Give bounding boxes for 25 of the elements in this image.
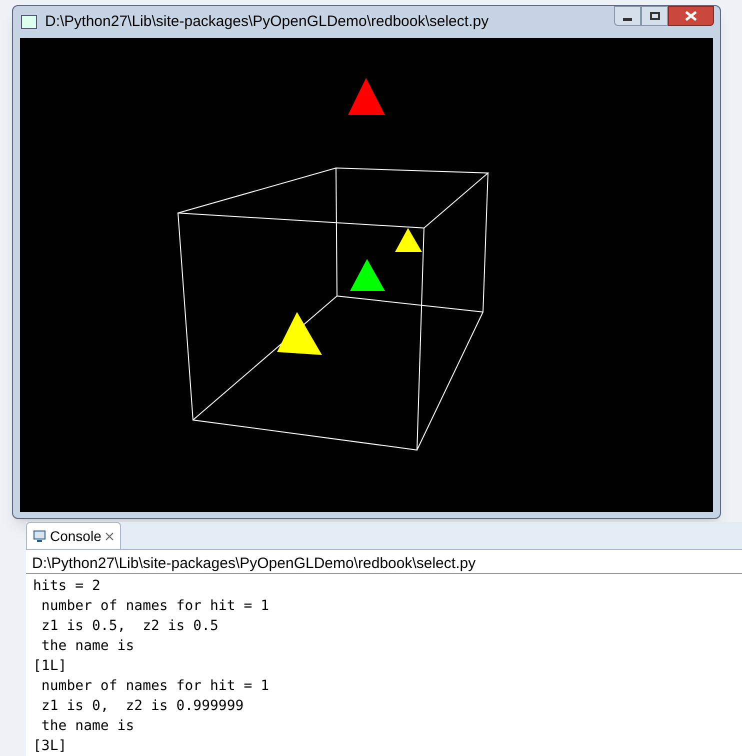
- console-tab[interactable]: Console: [26, 522, 122, 549]
- console-output-line: z1 is 0.5, z2 is 0.5: [40, 617, 220, 636]
- console-output-line: [1L]: [33, 657, 68, 676]
- triangle-icon: [395, 228, 422, 252]
- console-output-line: number of names for hit = 1: [40, 677, 270, 696]
- launch-path: D:\Python27\Lib\site-packages\PyOpenGLDemo\redbook\select.py: [26, 550, 742, 574]
- close-icon: [105, 532, 114, 540]
- console-output-line: z1 is 0, z2 is 0.999999: [40, 697, 245, 716]
- triangle-icon: [348, 78, 385, 115]
- console-output-line: the name is: [40, 717, 136, 736]
- minimize-icon: [623, 18, 632, 20]
- window-title: D:\Python27\Lib\site-packages\PyOpenGLDemo\redbook\select.py: [45, 12, 489, 32]
- close-icon: [685, 11, 697, 21]
- minimize-button[interactable]: [614, 6, 641, 26]
- monitor-icon: [33, 530, 46, 542]
- maximize-button[interactable]: [641, 6, 668, 26]
- console-output-line: hits = 2: [33, 577, 102, 596]
- triangle-icon: [350, 259, 385, 291]
- console-output-line: [3L]: [33, 737, 68, 756]
- maximize-icon: [650, 12, 660, 20]
- console-output-line: number of names for hit = 1: [40, 597, 270, 616]
- window-icon: [21, 15, 37, 29]
- close-button[interactable]: [668, 6, 714, 26]
- triangle-icon: [277, 312, 322, 355]
- console-output-line: the name is: [40, 637, 136, 656]
